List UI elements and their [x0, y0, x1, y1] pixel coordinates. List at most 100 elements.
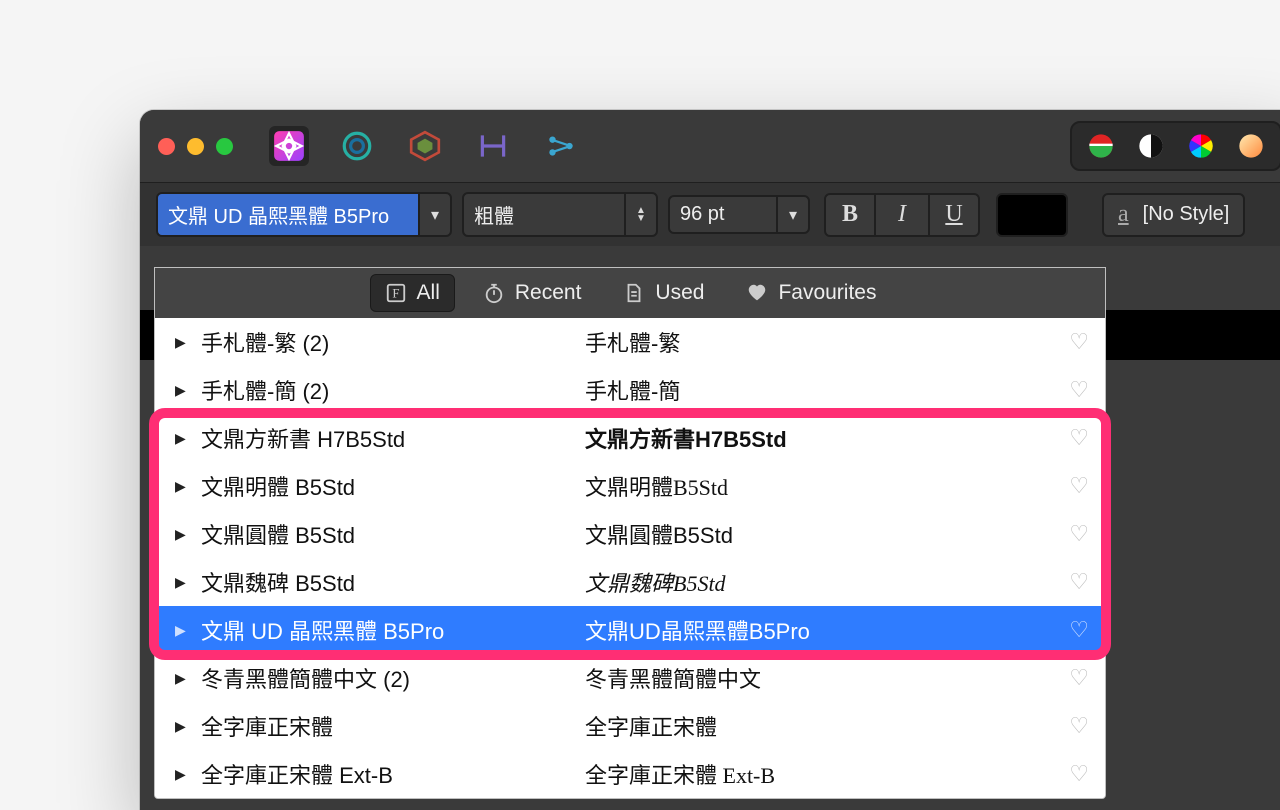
font-row-preview: 手札體-繁	[585, 326, 1055, 358]
font-row-preview: 冬青黑體簡體中文	[585, 662, 1055, 694]
favourite-heart-icon[interactable]: ♡	[1069, 329, 1089, 355]
expand-triangle-icon[interactable]: ▶	[175, 334, 187, 351]
window-controls	[158, 138, 233, 155]
text-context-toolbar: 文鼎 UD 晶熙黑體 B5Pro ▾ 粗體 ▲▼ 96 pt ▾ B I U a…	[140, 182, 1280, 246]
font-style-combo[interactable]: 粗體 ▲▼	[462, 192, 658, 237]
minimize-window-button[interactable]	[187, 138, 204, 155]
font-tab-used-label: Used	[655, 281, 704, 305]
font-row[interactable]: ▶ 文鼎明體 B5Std 文鼎明體B5Std ♡	[155, 462, 1105, 510]
font-row-preview: 全字庫正宋體 Ext-B	[585, 758, 1055, 790]
font-row[interactable]: ▶ 全字庫正宋體 Ext-B 全字庫正宋體 Ext-B ♡	[155, 750, 1105, 798]
font-list[interactable]: ▶ 手札體-繁 (2) 手札體-繁 ♡ ▶ 手札體-簡 (2) 手札體-簡 ♡ ▶ 文鼎方新書 H…	[155, 318, 1105, 798]
font-row-preview: 文鼎魏碑B5Std	[585, 566, 1055, 598]
font-tab-all-label: All	[417, 281, 440, 305]
character-style-value: [No Style]	[1143, 203, 1230, 226]
font-row-name: 文鼎魏碑 B5Std	[201, 566, 571, 598]
font-row-preview: 文鼎方新書H7B5Std	[585, 422, 1055, 454]
font-family-dropdown-button[interactable]: ▾	[418, 194, 450, 235]
favourite-heart-icon[interactable]: ♡	[1069, 617, 1089, 643]
font-row-name: 文鼎明體 B5Std	[201, 470, 571, 502]
expand-triangle-icon[interactable]: ▶	[175, 670, 187, 687]
favourite-heart-icon[interactable]: ♡	[1069, 377, 1089, 403]
persona-tool-icons	[269, 126, 581, 166]
character-style-icon: a	[1118, 201, 1129, 228]
export-persona-icon[interactable]	[541, 126, 581, 166]
font-row[interactable]: ▶ 文鼎魏碑 B5Std 文鼎魏碑B5Std ♡	[155, 558, 1105, 606]
font-row-name: 文鼎圓體 B5Std	[201, 518, 571, 550]
font-row-preview: 文鼎明體B5Std	[585, 470, 1055, 502]
font-row[interactable]: ▶ 文鼎圓體 B5Std 文鼎圓體B5Std ♡	[155, 510, 1105, 558]
expand-triangle-icon[interactable]: ▶	[175, 718, 187, 735]
app-window: 文鼎 UD 晶熙黑體 B5Pro ▾ 粗體 ▲▼ 96 pt ▾ B I U a…	[140, 110, 1280, 810]
font-row[interactable]: ▶ 文鼎 UD 晶熙黑體 B5Pro 文鼎UD晶熙黑體B5Pro ♡	[155, 606, 1105, 654]
fullscreen-window-button[interactable]	[216, 138, 233, 155]
font-family-value[interactable]: 文鼎 UD 晶熙黑體 B5Pro	[158, 194, 418, 235]
character-style-combo[interactable]: a [No Style]	[1102, 193, 1245, 237]
font-row-name: 手札體-繁 (2)	[201, 326, 571, 358]
font-row-name: 全字庫正宋體	[201, 710, 571, 742]
text-weight-group: B I U	[824, 193, 980, 237]
font-dropdown-tabs: F All Recent Used Favourites	[155, 268, 1105, 318]
tonemap-persona-icon[interactable]	[473, 126, 513, 166]
font-row-preview: 手札體-簡	[585, 374, 1055, 406]
titlebar	[140, 110, 1280, 182]
expand-triangle-icon[interactable]: ▶	[175, 478, 187, 495]
font-row[interactable]: ▶ 文鼎方新書 H7B5Std 文鼎方新書H7B5Std ♡	[155, 414, 1105, 462]
favourite-heart-icon[interactable]: ♡	[1069, 473, 1089, 499]
font-style-value[interactable]: 粗體	[464, 194, 624, 235]
photo-persona-icon[interactable]	[269, 126, 309, 166]
font-tab-favourites-label: Favourites	[778, 281, 876, 305]
font-row-preview: 文鼎圓體B5Std	[585, 518, 1055, 550]
color-chooser-group	[1070, 121, 1280, 171]
font-row[interactable]: ▶ 手札體-簡 (2) 手札體-簡 ♡	[155, 366, 1105, 414]
favourite-heart-icon[interactable]: ♡	[1069, 665, 1089, 691]
font-row-name: 文鼎方新書 H7B5Std	[201, 422, 571, 454]
font-size-value[interactable]: 96 pt	[670, 197, 776, 232]
expand-triangle-icon[interactable]: ▶	[175, 430, 187, 447]
favourite-heart-icon[interactable]: ♡	[1069, 761, 1089, 787]
expand-triangle-icon[interactable]: ▶	[175, 622, 187, 639]
favourite-heart-icon[interactable]: ♡	[1069, 569, 1089, 595]
expand-triangle-icon[interactable]: ▶	[175, 766, 187, 783]
font-row[interactable]: ▶ 冬青黑體簡體中文 (2) 冬青黑體簡體中文 ♡	[155, 654, 1105, 702]
font-tab-all[interactable]: F All	[370, 274, 455, 312]
font-size-dropdown-button[interactable]: ▾	[776, 197, 808, 232]
font-row[interactable]: ▶ 全字庫正宋體全字庫正宋體 ♡	[155, 702, 1105, 750]
favourite-heart-icon[interactable]: ♡	[1069, 425, 1089, 451]
liquify-persona-icon[interactable]	[337, 126, 377, 166]
font-tab-recent[interactable]: Recent	[469, 275, 596, 311]
heart-icon	[746, 282, 768, 304]
font-row-preview: 全字庫正宋體	[585, 710, 1055, 742]
font-row-name: 冬青黑體簡體中文 (2)	[201, 662, 571, 694]
expand-triangle-icon[interactable]: ▶	[175, 382, 187, 399]
svg-text:F: F	[392, 287, 399, 301]
swatch-tint-button[interactable]	[1226, 127, 1276, 165]
expand-triangle-icon[interactable]: ▶	[175, 526, 187, 543]
favourite-heart-icon[interactable]: ♡	[1069, 713, 1089, 739]
swatch-colorwheel-button[interactable]	[1176, 127, 1226, 165]
swatch-greyscale-button[interactable]	[1126, 127, 1176, 165]
bold-button[interactable]: B	[824, 193, 876, 237]
stopwatch-icon	[483, 282, 505, 304]
font-dropdown-panel: F All Recent Used Favourites ▶ 手札體-繁 (2) 手…	[154, 267, 1106, 799]
font-row-name: 文鼎 UD 晶熙黑體 B5Pro	[201, 614, 571, 646]
font-tab-recent-label: Recent	[515, 281, 582, 305]
font-row-name: 手札體-簡 (2)	[201, 374, 571, 406]
font-tab-used[interactable]: Used	[609, 275, 718, 311]
font-tab-favourites[interactable]: Favourites	[732, 275, 890, 311]
close-window-button[interactable]	[158, 138, 175, 155]
expand-triangle-icon[interactable]: ▶	[175, 574, 187, 591]
underline-button[interactable]: U	[928, 193, 980, 237]
font-style-stepper[interactable]: ▲▼	[624, 194, 656, 235]
font-family-combo[interactable]: 文鼎 UD 晶熙黑體 B5Pro ▾	[156, 192, 452, 237]
italic-button[interactable]: I	[876, 193, 928, 237]
swatch-gradient-button[interactable]	[1076, 127, 1126, 165]
font-glyph-icon: F	[385, 282, 407, 304]
font-row-preview: 文鼎UD晶熙黑體B5Pro	[585, 614, 1055, 646]
font-row-name: 全字庫正宋體 Ext-B	[201, 758, 571, 790]
develop-persona-icon[interactable]	[405, 126, 445, 166]
font-row[interactable]: ▶ 手札體-繁 (2) 手札體-繁 ♡	[155, 318, 1105, 366]
font-size-combo[interactable]: 96 pt ▾	[668, 195, 810, 234]
text-color-swatch[interactable]	[996, 193, 1068, 237]
favourite-heart-icon[interactable]: ♡	[1069, 521, 1089, 547]
